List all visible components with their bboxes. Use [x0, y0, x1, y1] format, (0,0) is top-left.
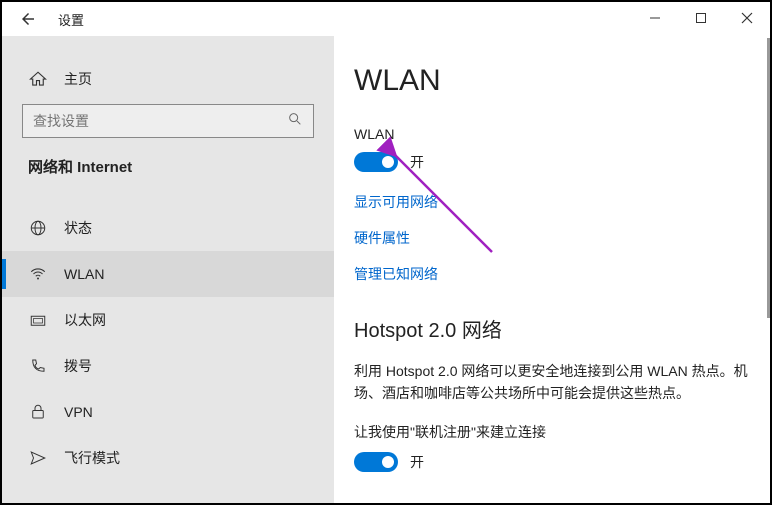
category-title: 网络和 Internet: [2, 156, 334, 195]
minimize-icon: [649, 12, 661, 24]
online-signup-label: 让我使用"联机注册"来建立连接: [354, 422, 750, 442]
maximize-icon: [695, 12, 707, 24]
wlan-toggle[interactable]: [354, 152, 398, 172]
nav-item-label: 状态: [64, 218, 92, 238]
airplane-icon: [28, 449, 48, 467]
close-button[interactable]: [724, 2, 770, 34]
search-wrap: [2, 104, 334, 156]
hotspot-toggle-state: 开: [410, 452, 424, 472]
search-box[interactable]: [22, 104, 314, 138]
titlebar: 设置: [2, 2, 770, 36]
nav-item-label: WLAN: [64, 266, 104, 282]
window-body: 主页 网络和 Internet 状态: [2, 36, 770, 503]
home-icon: [28, 70, 48, 88]
link-known-networks[interactable]: 管理已知网络: [354, 264, 750, 284]
nav-item-label: VPN: [64, 404, 93, 420]
scrollbar-thumb[interactable]: [767, 38, 770, 318]
nav-item-label: 以太网: [64, 310, 106, 330]
wlan-toggle-state: 开: [410, 152, 424, 172]
content-pane: WLAN WLAN 开 显示可用网络 硬件属性 管理已知网络 Hotspot 2…: [334, 36, 770, 503]
window-controls: [632, 2, 770, 34]
window-title: 设置: [58, 10, 84, 29]
nav-item-ethernet[interactable]: 以太网: [2, 297, 334, 343]
search-input[interactable]: [33, 113, 287, 129]
nav-item-label: 拨号: [64, 356, 92, 376]
nav-item-wlan[interactable]: WLAN: [2, 251, 334, 297]
nav-item-airplane[interactable]: 飞行模式: [2, 435, 334, 481]
vpn-icon: [28, 403, 48, 421]
globe-icon: [28, 219, 48, 237]
maximize-button[interactable]: [678, 2, 724, 34]
nav-item-status[interactable]: 状态: [2, 205, 334, 251]
hotspot-heading: Hotspot 2.0 网络: [354, 314, 750, 343]
hotspot-toggle[interactable]: [354, 452, 398, 472]
home-label: 主页: [64, 69, 92, 89]
hotspot-description: 利用 Hotspot 2.0 网络可以更安全地连接到公用 WLAN 热点。机场、…: [354, 361, 750, 404]
search-icon: [287, 111, 303, 132]
titlebar-left: 设置: [2, 2, 84, 36]
ethernet-icon: [28, 311, 48, 329]
page-heading: WLAN: [354, 64, 750, 98]
back-button[interactable]: [8, 2, 48, 36]
nav-item-vpn[interactable]: VPN: [2, 389, 334, 435]
settings-window: 设置 主页: [0, 0, 772, 505]
arrow-left-icon: [19, 10, 37, 28]
nav-item-dialup[interactable]: 拨号: [2, 343, 334, 389]
home-row[interactable]: 主页: [2, 58, 334, 100]
minimize-button[interactable]: [632, 2, 678, 34]
wlan-label: WLAN: [354, 126, 750, 142]
nav-item-label: 飞行模式: [64, 448, 120, 468]
hotspot-toggle-row: 开: [354, 452, 750, 472]
wlan-toggle-row: 开: [354, 152, 750, 172]
link-hardware-properties[interactable]: 硬件属性: [354, 228, 750, 248]
nav-list: 状态 WLAN 以太网: [2, 195, 334, 481]
sidebar: 主页 网络和 Internet 状态: [2, 36, 334, 503]
toggle-knob: [382, 456, 394, 468]
link-show-networks[interactable]: 显示可用网络: [354, 192, 750, 212]
close-icon: [741, 12, 753, 24]
toggle-knob: [382, 156, 394, 168]
phone-icon: [28, 357, 48, 375]
wifi-icon: [28, 265, 48, 283]
